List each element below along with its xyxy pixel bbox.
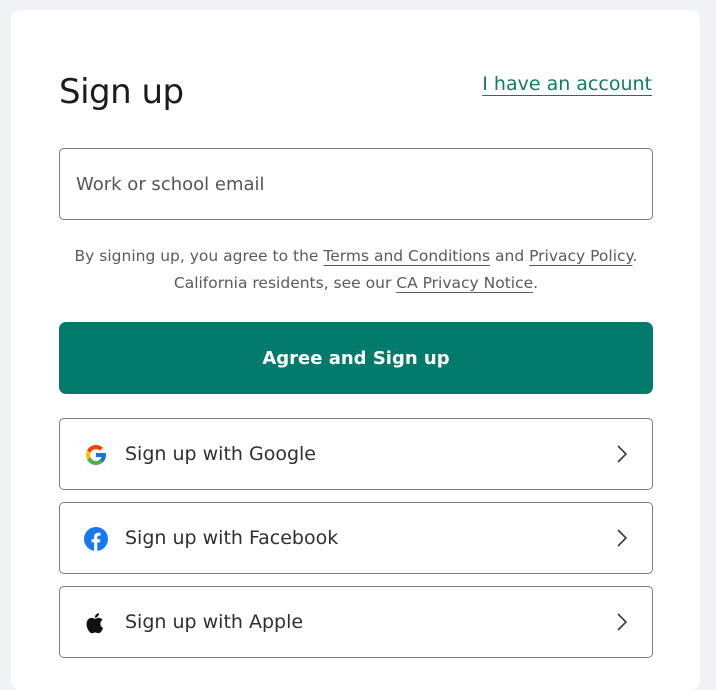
legal-prefix: By signing up, you agree to the xyxy=(74,247,324,265)
terms-link[interactable]: Terms and Conditions xyxy=(323,247,490,265)
ca-privacy-link[interactable]: CA Privacy Notice xyxy=(396,274,533,292)
page-title: Sign up xyxy=(59,72,184,112)
chevron-right-icon xyxy=(617,445,628,463)
have-account-link[interactable]: I have an account xyxy=(482,71,652,97)
apple-icon xyxy=(86,613,104,634)
legal-notice: By signing up, you agree to the Terms an… xyxy=(59,243,653,297)
agree-signup-button[interactable]: Agree and Sign up xyxy=(59,322,653,394)
privacy-policy-link[interactable]: Privacy Policy xyxy=(529,247,632,265)
chevron-right-icon xyxy=(617,613,628,631)
facebook-signup-label: Sign up with Facebook xyxy=(125,527,339,549)
signup-card: Sign up I have an account By signing up,… xyxy=(11,10,700,690)
google-icon xyxy=(86,445,106,465)
google-signup-button[interactable]: Sign up with Google xyxy=(59,418,653,490)
email-field[interactable] xyxy=(59,148,653,220)
facebook-icon xyxy=(84,527,108,551)
google-signup-label: Sign up with Google xyxy=(125,443,316,465)
card-header: Sign up I have an account xyxy=(59,68,652,118)
facebook-signup-button[interactable]: Sign up with Facebook xyxy=(59,502,653,574)
chevron-right-icon xyxy=(617,529,628,547)
legal-suffix: . xyxy=(533,274,539,292)
apple-signup-label: Sign up with Apple xyxy=(125,611,304,633)
legal-and: and xyxy=(490,247,530,265)
apple-signup-button[interactable]: Sign up with Apple xyxy=(59,586,653,658)
